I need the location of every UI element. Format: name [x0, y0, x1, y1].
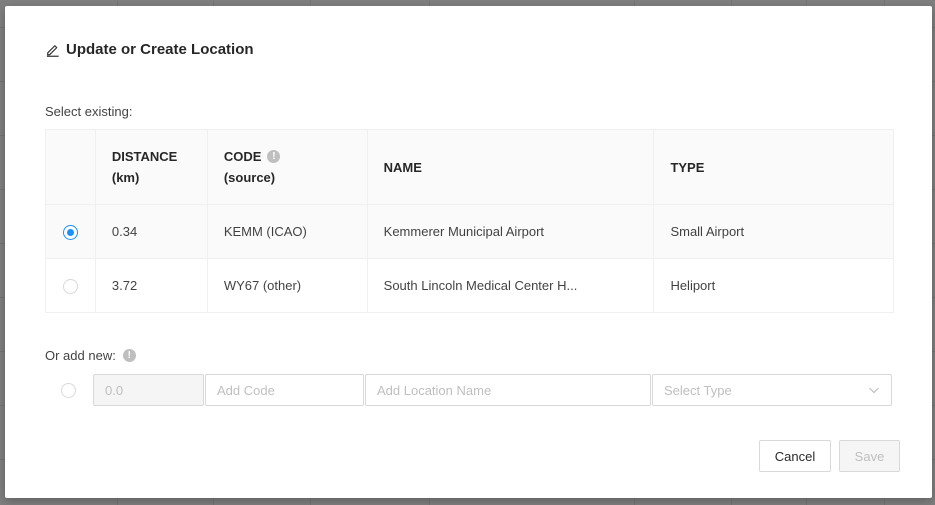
cell-name: Kemmerer Municipal Airport — [367, 204, 655, 259]
table-row[interactable]: 3.72 WY67 (other) South Lincoln Medical … — [45, 258, 894, 313]
table-row[interactable]: 0.34 KEMM (ICAO) Kemmerer Municipal Airp… — [45, 204, 894, 259]
row-select-cell[interactable] — [45, 204, 96, 259]
cell-code: KEMM (ICAO) — [207, 204, 368, 259]
existing-locations-table: DISTANCE (km) CODE ! (source) NAME TYPE — [45, 129, 894, 313]
header-name: NAME — [367, 129, 655, 205]
cell-distance: 3.72 — [95, 258, 208, 313]
row-radio-selected[interactable] — [62, 224, 78, 240]
header-code-label: CODE — [223, 149, 262, 164]
add-new-row: Select Type — [5, 374, 932, 406]
info-icon[interactable]: ! — [122, 349, 136, 362]
new-distance-input — [93, 374, 204, 406]
cell-type: Heliport — [653, 258, 894, 313]
header-distance: DISTANCE (km) — [95, 129, 208, 205]
dialog-title: Update or Create Location — [45, 41, 254, 58]
cell-type: Small Airport — [653, 204, 894, 259]
header-code-source: (source) — [223, 170, 276, 185]
cell-code: WY67 (other) — [207, 258, 368, 313]
select-existing-label: Select existing: — [45, 104, 133, 119]
table-header-row: DISTANCE (km) CODE ! (source) NAME TYPE — [45, 129, 894, 205]
cancel-button[interactable]: Cancel — [759, 440, 831, 472]
add-new-label: Or add new: ! — [45, 348, 136, 363]
header-type: TYPE — [653, 129, 894, 205]
row-select-cell[interactable] — [45, 258, 96, 313]
add-new-radio[interactable] — [61, 383, 76, 398]
chevron-down-icon — [869, 387, 879, 394]
save-button[interactable]: Save — [839, 440, 900, 472]
dialog-title-text: Update or Create Location — [66, 41, 254, 58]
cell-name: South Lincoln Medical Center H... — [367, 258, 655, 313]
new-location-name-input[interactable] — [365, 374, 651, 406]
new-code-input[interactable] — [205, 374, 364, 406]
type-select-placeholder: Select Type — [664, 382, 732, 398]
add-new-label-text: Or add new: — [45, 348, 116, 363]
header-distance-unit: (km) — [111, 170, 140, 185]
edit-icon — [46, 45, 59, 57]
header-select — [45, 129, 96, 205]
info-icon[interactable]: ! — [267, 150, 281, 163]
header-distance-label: DISTANCE — [111, 149, 178, 164]
row-radio[interactable] — [62, 278, 78, 294]
update-location-dialog: Update or Create Location Select existin… — [5, 6, 932, 498]
type-select[interactable]: Select Type — [652, 374, 892, 406]
cell-distance: 0.34 — [95, 204, 208, 259]
header-code: CODE ! (source) — [207, 129, 368, 205]
